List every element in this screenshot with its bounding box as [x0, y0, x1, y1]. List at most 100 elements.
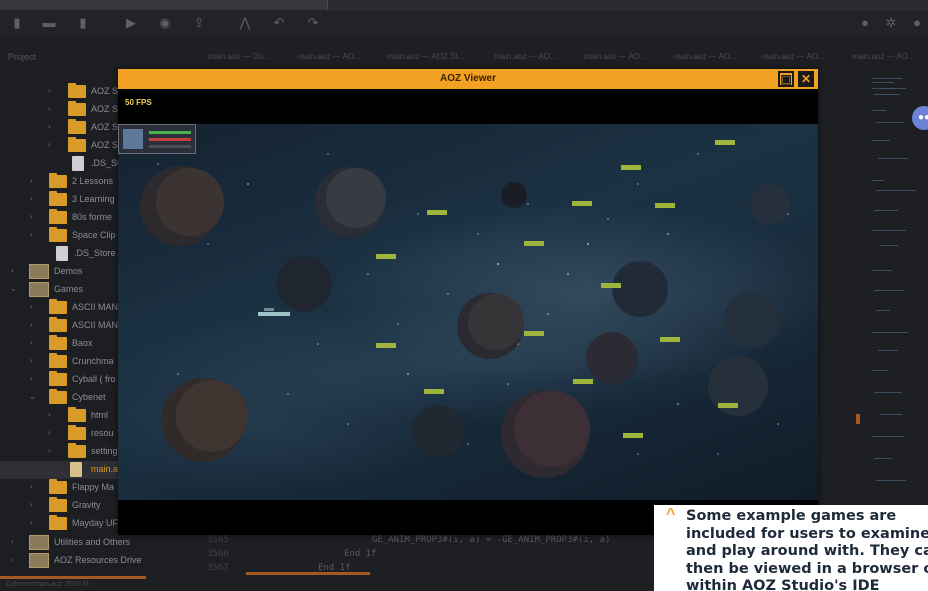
tree-item-label: Cybenet [72, 392, 106, 402]
editor-tab[interactable]: main.aoz — AOZ St... [387, 52, 464, 61]
editor-tab[interactable]: main.aoz — AO... [674, 52, 737, 61]
folder-icon [49, 299, 67, 314]
debug-icon[interactable]: ◉ [158, 16, 172, 30]
window-top-strip [0, 0, 928, 10]
tree-item-label: .DS_St [91, 158, 120, 168]
chevron-down-icon: ⌄ [29, 392, 36, 401]
planet [412, 405, 464, 457]
chevron-right-icon: › [30, 374, 33, 383]
player-ship [258, 308, 290, 316]
folder-icon [49, 479, 67, 494]
folder-icon [49, 173, 67, 188]
editor-scrollbar[interactable] [246, 572, 370, 575]
chevron-right-icon: › [48, 410, 51, 419]
tree-item[interactable]: › Utilities and Others [0, 534, 200, 552]
enemy-ship [376, 254, 396, 259]
chevron-right-icon: › [48, 86, 51, 95]
chevron-right-icon: › [30, 482, 33, 491]
tree-item-label: 80s forme [72, 212, 113, 222]
redo-icon[interactable]: ↷ [306, 16, 320, 30]
info-icon[interactable]: ● [910, 16, 924, 30]
enemy-ship [660, 337, 680, 342]
tree-item-label: AOZ S [91, 122, 119, 132]
chevron-right-icon: › [48, 122, 51, 131]
tree-item-label: Crunchma [72, 356, 114, 366]
chevron-right-icon: › [30, 230, 33, 239]
code-text[interactable]: GE_ANIM_PROP3#(i, a) = -GE_ANIM_PROP3#(i… [372, 535, 610, 545]
tree-item-label: AOZ S [91, 86, 119, 96]
aoz-file-icon [70, 462, 82, 477]
enemy-ship [655, 203, 675, 208]
viewer-titlebar[interactable]: AOZ Viewer ▣ ✕ [118, 69, 818, 89]
run-icon[interactable]: ▶ [124, 16, 138, 30]
editor-tab[interactable]: main.aoz — AO... [494, 52, 557, 61]
image-folder-icon [29, 282, 49, 297]
close-button[interactable]: ✕ [798, 71, 814, 87]
folder-icon [49, 317, 67, 332]
folder-icon [49, 191, 67, 206]
player-hud [118, 124, 196, 154]
code-minimap[interactable] [856, 70, 928, 500]
tree-item-label: Flappy Ma [72, 482, 115, 492]
tree-item-label: Demos [54, 266, 83, 276]
upload-icon[interactable]: ⇪ [192, 16, 206, 30]
folder-icon [68, 119, 86, 134]
image-folder-icon [29, 535, 49, 550]
tree-item-label: main.a [91, 464, 119, 474]
chevron-right-icon: › [30, 302, 33, 311]
tree-item-label: .DS_Store [74, 248, 116, 258]
space-scene [140, 140, 790, 478]
tree-item-label: AOZ Resources Drive [54, 555, 142, 565]
chevron-right-icon: › [48, 446, 51, 455]
fullscreen-button[interactable]: ▣ [778, 71, 794, 87]
build-icon[interactable]: ⋀ [238, 16, 252, 30]
line-number: 3567 [207, 563, 229, 573]
chevron-right-icon: › [30, 194, 33, 203]
folder-icon [68, 407, 86, 422]
energy-bar [149, 145, 191, 148]
tree-item-label: Gravity [72, 500, 101, 510]
tree-item-label: 2 Lessons [72, 176, 114, 186]
chevron-right-icon: › [11, 266, 14, 275]
enemy-ship [376, 343, 396, 348]
tree-item-label: Mayday UF [72, 518, 119, 528]
undo-icon[interactable]: ↶ [272, 16, 286, 30]
folder-icon [68, 443, 86, 458]
tree-item-label: Baox [72, 338, 93, 348]
editor-tab[interactable]: main.aoz — AO... [298, 52, 361, 61]
shield-bar [149, 131, 191, 134]
gear-icon[interactable]: ✲ [884, 16, 898, 30]
file-icon [56, 246, 68, 261]
sidebar-scrollbar[interactable] [0, 576, 146, 579]
folder-icon [49, 389, 67, 404]
tree-item-label: ASCII MAN [72, 302, 119, 312]
tree-item-label: Games [54, 284, 84, 294]
tree-item[interactable]: › AOZ Resources Drive [0, 552, 200, 570]
code-text[interactable]: End If [344, 549, 377, 559]
save-icon[interactable]: ▮ [76, 16, 90, 30]
folder-icon [68, 137, 86, 152]
tree-item-label: html [91, 410, 109, 420]
code-line[interactable]: 3567 [207, 563, 229, 573]
code-line[interactable]: 3565 [207, 535, 229, 545]
minimap-position-marker [856, 414, 860, 424]
new-file-icon[interactable]: ▮ [10, 16, 24, 30]
file-icon [72, 156, 84, 171]
chevron-right-icon: › [30, 500, 33, 509]
toolbar: ▮ ▬ ▮ ▶ ◉ ⇪ ⋀ ↶ ↷ ● ✲ ● [0, 10, 928, 38]
code-line[interactable]: 3566 [207, 549, 229, 559]
editor-tab[interactable]: main.aoz — AO... [762, 52, 825, 61]
health-bar [149, 138, 191, 141]
editor-tab[interactable]: main.aoz — Do... [208, 52, 270, 61]
enemy-ship [573, 379, 593, 384]
chevron-right-icon: › [30, 356, 33, 365]
tree-item-label: Utilities and Others [54, 537, 131, 547]
line-number: 3565 [207, 535, 229, 545]
editor-tab[interactable]: main.aoz — AO... [584, 52, 647, 61]
editor-tab[interactable]: main.aoz — AO... [852, 52, 915, 61]
enemy-ship [572, 201, 592, 206]
planets [140, 166, 790, 478]
chat-icon[interactable]: ● [858, 16, 872, 30]
open-folder-icon[interactable]: ▬ [42, 16, 56, 30]
game-canvas[interactable] [118, 124, 818, 500]
